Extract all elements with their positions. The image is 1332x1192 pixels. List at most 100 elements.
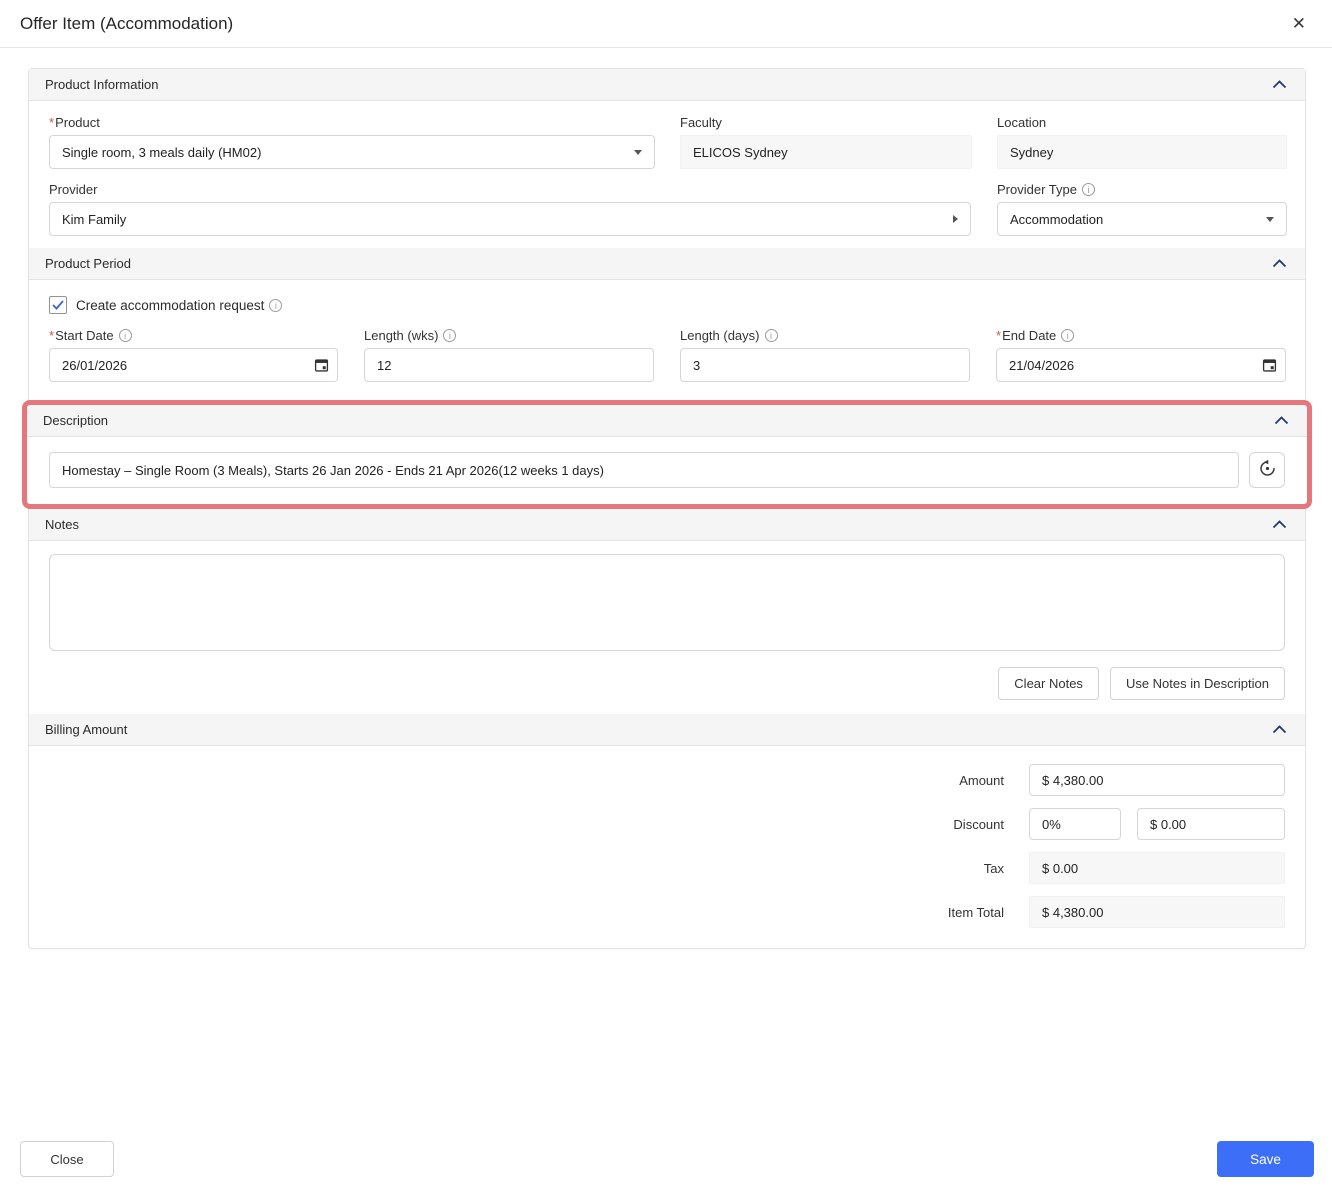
chevron-up-icon — [1272, 77, 1287, 92]
end-date-label: *End Date i — [996, 328, 1286, 343]
faculty-value: ELICOS Sydney — [680, 135, 972, 169]
notes-textarea[interactable] — [49, 554, 1285, 651]
product-select[interactable]: Single room, 3 meals daily (HM02) — [49, 135, 655, 169]
item-total-label: Item Total — [947, 904, 1004, 920]
info-icon[interactable]: i — [764, 329, 778, 342]
collapse-product-information-button[interactable] — [1270, 77, 1289, 92]
save-button[interactable]: Save — [1217, 1141, 1314, 1177]
length-wks-input[interactable] — [364, 348, 654, 382]
restore-icon — [1258, 459, 1277, 481]
clear-notes-button[interactable]: Clear Notes — [998, 667, 1099, 700]
tax-label: Tax — [983, 860, 1004, 876]
length-days-field: Length (days) i — [680, 328, 970, 382]
section-header-description[interactable]: Description — [27, 405, 1307, 437]
chevron-up-icon — [1274, 413, 1289, 428]
section-title-description: Description — [43, 413, 109, 428]
provider-type-value: Accommodation — [1010, 211, 1104, 227]
product-period-body: Create accommodation request i *Start Da… — [29, 280, 1305, 400]
description-highlight-box: Description — [22, 400, 1312, 509]
tax-value: $ 0.00 — [1029, 852, 1285, 884]
calendar-icon[interactable] — [314, 358, 329, 373]
checkmark-icon — [52, 298, 64, 313]
required-mark: * — [996, 328, 1002, 343]
chevron-right-icon[interactable] — [953, 215, 958, 223]
amount-input[interactable] — [1029, 764, 1285, 796]
use-notes-in-description-button[interactable]: Use Notes in Description — [1109, 667, 1285, 700]
amount-label: Amount — [959, 772, 1004, 788]
chevron-down-icon[interactable] — [1266, 216, 1274, 222]
location-value: Sydney — [997, 135, 1287, 169]
provider-type-select[interactable]: Accommodation — [997, 202, 1287, 236]
section-product-period: Product Period Create accommodation requ… — [29, 248, 1305, 400]
info-icon[interactable]: i — [118, 329, 132, 342]
faculty-field: Faculty ELICOS Sydney — [680, 115, 972, 169]
collapse-notes-button[interactable] — [1270, 517, 1289, 532]
discount-percent-input[interactable] — [1029, 808, 1121, 840]
info-icon[interactable]: i — [269, 298, 283, 312]
start-date-field: *Start Date i — [49, 328, 338, 382]
provider-field: Provider Kim Family — [49, 182, 971, 236]
create-accommodation-request-row: Create accommodation request i — [49, 296, 1285, 314]
chevron-up-icon — [1272, 722, 1287, 737]
length-days-input[interactable] — [680, 348, 970, 382]
product-label: *Product — [49, 115, 100, 130]
info-icon[interactable]: i — [443, 329, 457, 342]
item-total-value: $ 4,380.00 — [1029, 896, 1285, 928]
dialog-footer: Close Save — [20, 1141, 1314, 1177]
info-icon[interactable]: i — [1081, 183, 1095, 196]
amount-row: Amount — [49, 764, 1285, 796]
section-notes: Notes Clear Notes Use Notes in Descripti… — [29, 509, 1305, 714]
location-field: Location Sydney — [997, 115, 1287, 169]
item-total-row: Item Total $ 4,380.00 — [49, 896, 1285, 928]
provider-select[interactable]: Kim Family — [49, 202, 971, 236]
section-title-notes: Notes — [45, 517, 79, 532]
chevron-up-icon — [1272, 256, 1287, 271]
required-mark: * — [49, 115, 55, 130]
section-title-product-information: Product Information — [45, 77, 159, 92]
end-date-input[interactable] — [996, 348, 1286, 382]
section-header-billing-amount[interactable]: Billing Amount — [29, 714, 1305, 746]
collapse-billing-amount-button[interactable] — [1270, 722, 1289, 737]
close-icon[interactable]: ✕ — [1288, 13, 1310, 34]
notes-body: Clear Notes Use Notes in Description — [29, 541, 1305, 714]
discount-row: Discount — [49, 808, 1285, 840]
location-label: Location — [997, 115, 1047, 130]
description-body — [27, 437, 1307, 504]
start-date-label: *Start Date i — [49, 328, 338, 343]
offer-item-card: Product Information *Product Single room… — [22, 68, 1312, 949]
provider-value: Kim Family — [62, 211, 127, 227]
collapse-product-period-button[interactable] — [1270, 256, 1289, 271]
create-accommodation-request-label[interactable]: Create accommodation request — [76, 298, 264, 313]
section-header-notes[interactable]: Notes — [29, 509, 1305, 541]
discount-label: Discount — [953, 816, 1004, 832]
description-input[interactable] — [49, 452, 1239, 488]
close-button[interactable]: Close — [20, 1141, 114, 1177]
chevron-down-icon[interactable] — [634, 149, 642, 155]
length-wks-label: Length (wks) i — [364, 328, 654, 343]
provider-label: Provider — [49, 182, 98, 197]
section-header-product-information[interactable]: Product Information — [29, 69, 1305, 101]
calendar-icon[interactable] — [1262, 358, 1277, 373]
start-date-input[interactable] — [49, 348, 338, 382]
section-description: Description — [27, 405, 1307, 504]
page-title: Offer Item (Accommodation) — [20, 13, 234, 33]
provider-type-label: Provider Type i — [997, 182, 1287, 197]
required-mark: * — [49, 328, 55, 343]
product-value: Single room, 3 meals daily (HM02) — [62, 144, 262, 160]
discount-amount-input[interactable] — [1137, 808, 1285, 840]
section-title-billing-amount: Billing Amount — [45, 722, 128, 737]
tax-row: Tax $ 0.00 — [49, 852, 1285, 884]
dialog-header: Offer Item (Accommodation) ✕ — [0, 0, 1332, 48]
product-information-body: *Product Single room, 3 meals daily (HM0… — [29, 101, 1305, 248]
billing-body: Amount Discount Tax $ 0.00 Item Total $ … — [29, 746, 1305, 948]
provider-type-field: Provider Type i Accommodation — [997, 182, 1287, 236]
section-product-information: Product Information *Product Single room… — [29, 69, 1305, 248]
info-icon[interactable]: i — [1061, 329, 1075, 342]
product-field: *Product Single room, 3 meals daily (HM0… — [49, 115, 655, 169]
section-title-product-period: Product Period — [45, 256, 131, 271]
reset-description-button[interactable] — [1249, 452, 1285, 488]
section-header-product-period[interactable]: Product Period — [29, 248, 1305, 280]
collapse-description-button[interactable] — [1272, 413, 1291, 428]
chevron-up-icon — [1272, 517, 1287, 532]
create-accommodation-request-checkbox[interactable] — [49, 296, 67, 314]
